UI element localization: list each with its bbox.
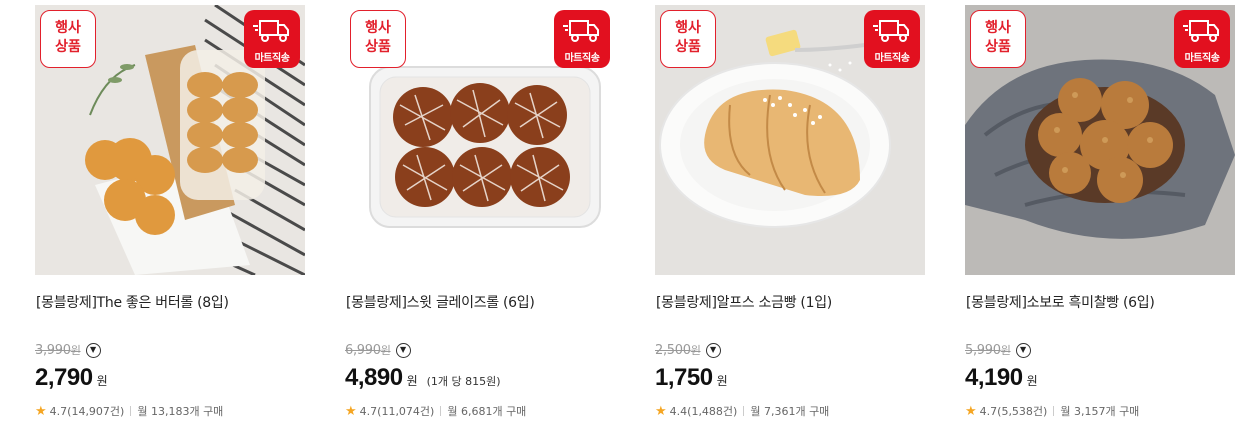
- sale-price-row: 4,890 원 (1개 당 815원): [345, 364, 501, 394]
- monthly-sales: 월 7,361개 구매: [750, 405, 830, 418]
- product-title[interactable]: [몽블랑제]소보로 흑미찰빵 (6입): [966, 292, 1155, 312]
- original-price: 6,990원: [345, 343, 391, 358]
- mart-delivery-label: 마트직송: [874, 53, 910, 64]
- price-info-dropdown-button[interactable]: ▼: [85, 342, 101, 358]
- price-info-dropdown-button[interactable]: ▼: [705, 342, 721, 358]
- product-title[interactable]: [몽블랑제]스윗 글레이즈롤 (6입): [346, 292, 535, 312]
- event-badge-line1: 행사: [985, 20, 1011, 36]
- rating-text: 4.7(11,074건): [359, 405, 435, 418]
- star-icon: ★: [965, 403, 977, 419]
- event-badge-line2: 상품: [675, 39, 701, 55]
- product-image[interactable]: 행사 상품 마트직송: [35, 5, 305, 275]
- currency-unit: 원: [406, 374, 418, 388]
- mart-delivery-badge: 마트직송: [554, 10, 610, 68]
- unit-price: (1개 당 815원): [426, 375, 501, 388]
- event-badge-line2: 상품: [365, 39, 391, 55]
- mart-delivery-label: 마트직송: [564, 53, 600, 64]
- event-product-badge: 행사 상품: [660, 10, 716, 68]
- rating-row: ★ 4.4(1,488건) 월 7,361개 구매: [655, 403, 829, 419]
- truck-icon: [873, 20, 909, 42]
- chevron-down-icon: ▼: [1019, 345, 1027, 354]
- monthly-sales: 월 6,681개 구매: [447, 405, 527, 418]
- product-image[interactable]: 행사 상품 마트직송: [965, 5, 1235, 275]
- event-badge-line2: 상품: [55, 39, 81, 55]
- event-badge-line1: 행사: [365, 20, 391, 36]
- sale-price-row: 2,790 원: [35, 364, 117, 394]
- sale-price: 4,890: [345, 364, 403, 391]
- event-product-badge: 행사 상품: [350, 10, 406, 68]
- rating-row: ★ 4.7(11,074건) 월 6,681개 구매: [345, 403, 526, 419]
- divider: [1053, 406, 1055, 416]
- product-image[interactable]: 행사 상품 마트직송: [655, 5, 925, 275]
- event-product-badge: 행사 상품: [970, 10, 1026, 68]
- rating-row: ★ 4.7(5,538건) 월 3,157개 구매: [965, 403, 1139, 419]
- product-title[interactable]: [몽블랑제]The 좋은 버터롤 (8입): [36, 292, 229, 312]
- rating-text: 4.4(1,488건): [669, 405, 738, 418]
- currency-unit: 원: [96, 374, 108, 388]
- divider: [440, 406, 442, 416]
- original-price-row: 3,990원 ▼: [35, 340, 101, 360]
- sale-price: 1,750: [655, 364, 713, 391]
- star-icon: ★: [35, 403, 47, 419]
- mart-delivery-label: 마트직송: [254, 53, 290, 64]
- divider: [130, 406, 132, 416]
- product-image[interactable]: 행사 상품 마트직송: [345, 5, 615, 275]
- rating-text: 4.7(14,907건): [49, 405, 125, 418]
- currency-unit: 원: [716, 374, 728, 388]
- original-price-row: 5,990원 ▼: [965, 340, 1031, 360]
- original-price: 3,990원: [35, 343, 81, 358]
- chevron-down-icon: ▼: [89, 345, 97, 354]
- event-badge-line1: 행사: [55, 20, 81, 36]
- event-badge-line1: 행사: [675, 20, 701, 36]
- sale-price: 4,190: [965, 364, 1023, 391]
- price-info-dropdown-button[interactable]: ▼: [395, 342, 411, 358]
- star-icon: ★: [345, 403, 357, 419]
- product-title[interactable]: [몽블랑제]알프스 소금빵 (1입): [656, 292, 832, 312]
- original-price-row: 6,990원 ▼: [345, 340, 411, 360]
- event-badge-line2: 상품: [985, 39, 1011, 55]
- product-card[interactable]: 행사 상품 마트직송 [몽블랑제]소보로 흑미찰빵 (6입) 5,990원 ▼: [965, 0, 1237, 441]
- chevron-down-icon: ▼: [709, 345, 717, 354]
- sale-price: 2,790: [35, 364, 93, 391]
- sale-price-row: 1,750 원: [655, 364, 737, 394]
- product-card[interactable]: 행사 상품 마트직송 [몽블랑제]알프스 소금빵 (1입) 2,500원 ▼ 1…: [655, 0, 927, 441]
- truck-icon: [253, 20, 289, 42]
- price-info-dropdown-button[interactable]: ▼: [1015, 342, 1031, 358]
- monthly-sales: 월 13,183개 구매: [137, 405, 224, 418]
- original-price: 5,990원: [965, 343, 1011, 358]
- product-card[interactable]: 행사 상품 마트직송 [몽블랑제]스윗 글레이즈롤 (6입) 6,990원 ▼: [345, 0, 617, 441]
- product-card[interactable]: 행사 상품 마트직송 [몽블랑제]The 좋은 버터롤 (8입) 3,990원 …: [35, 0, 307, 441]
- product-grid: 행사 상품 마트직송 [몽블랑제]The 좋은 버터롤 (8입) 3,990원 …: [0, 0, 1253, 441]
- mart-delivery-label: 마트직송: [1184, 53, 1220, 64]
- sale-price-row: 4,190 원: [965, 364, 1047, 394]
- chevron-down-icon: ▼: [399, 345, 407, 354]
- truck-icon: [563, 20, 599, 42]
- original-price-row: 2,500원 ▼: [655, 340, 721, 360]
- original-price: 2,500원: [655, 343, 701, 358]
- divider: [743, 406, 745, 416]
- monthly-sales: 월 3,157개 구매: [1060, 405, 1140, 418]
- currency-unit: 원: [1026, 374, 1038, 388]
- mart-delivery-badge: 마트직송: [864, 10, 920, 68]
- truck-icon: [1183, 20, 1219, 42]
- event-product-badge: 행사 상품: [40, 10, 96, 68]
- star-icon: ★: [655, 403, 667, 419]
- mart-delivery-badge: 마트직송: [1174, 10, 1230, 68]
- mart-delivery-badge: 마트직송: [244, 10, 300, 68]
- rating-row: ★ 4.7(14,907건) 월 13,183개 구매: [35, 403, 223, 419]
- rating-text: 4.7(5,538건): [979, 405, 1048, 418]
